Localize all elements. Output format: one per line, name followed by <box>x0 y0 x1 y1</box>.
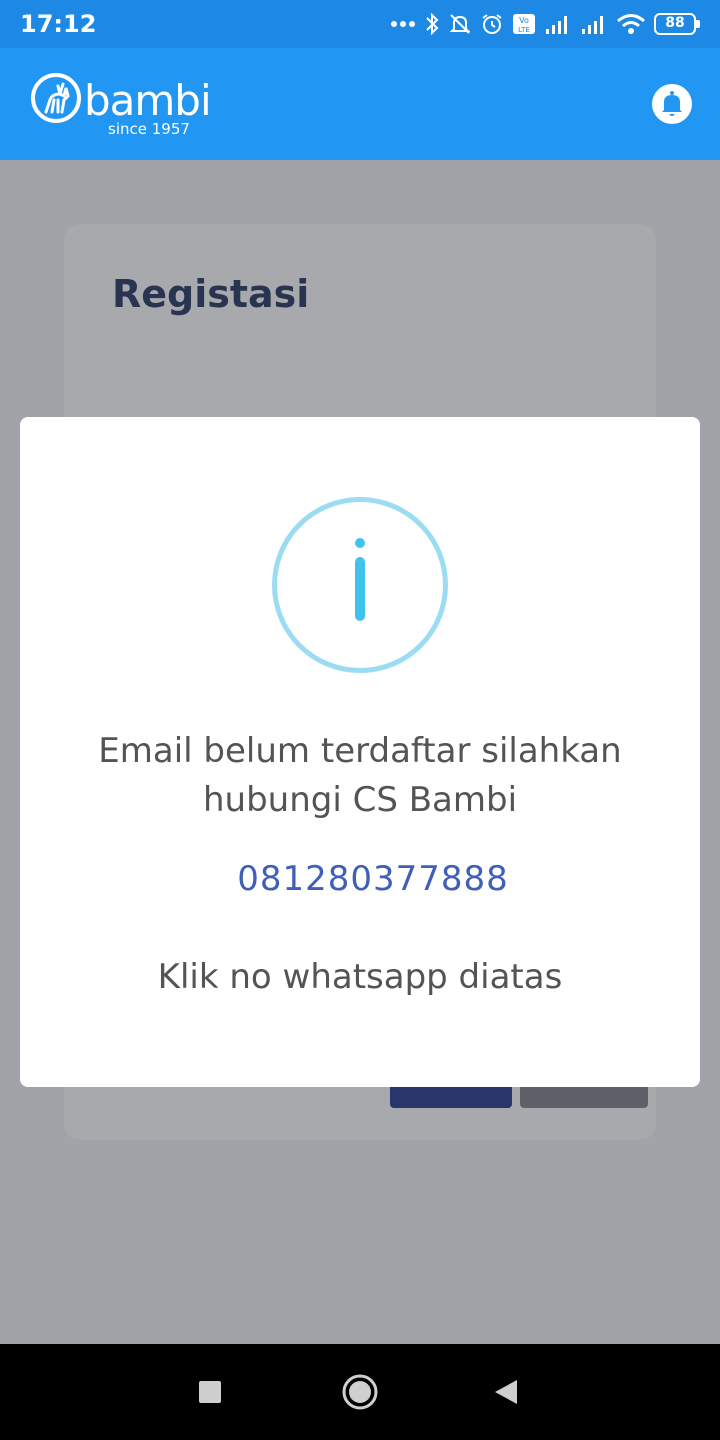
signal-icon <box>546 16 567 34</box>
notification-button[interactable] <box>652 84 692 124</box>
muted-bell-icon <box>449 14 471 34</box>
dialog-message: Email belum terdaftar silahkan hubungi C… <box>98 731 622 820</box>
status-time: 17:12 <box>20 10 97 38</box>
back-triangle-icon <box>495 1380 517 1404</box>
signal-icon <box>582 16 603 34</box>
alarm-icon <box>482 14 502 34</box>
bluetooth-icon <box>426 12 439 36</box>
battery-icon: 88 <box>654 13 700 35</box>
wifi-icon <box>617 14 645 34</box>
more-dots-icon <box>391 21 415 27</box>
recents-square-icon <box>199 1381 221 1403</box>
back-button[interactable] <box>456 1344 556 1440</box>
whatsapp-number-link[interactable]: 081280377888 <box>60 859 686 899</box>
volte-icon: VoLTE <box>513 14 535 34</box>
info-dialog: Email belum terdaftar silahkan hubungi C… <box>20 417 700 1087</box>
app-bar-overlay <box>0 48 720 160</box>
recents-button[interactable] <box>160 1344 260 1440</box>
info-icon-stem <box>355 557 365 621</box>
bell-icon <box>662 91 682 116</box>
svg-text:Vo: Vo <box>519 16 529 25</box>
svg-text:LTE: LTE <box>518 26 530 34</box>
info-icon-dot <box>355 538 365 548</box>
status-icons: Vo LTE 88 <box>390 12 700 36</box>
battery-level: 88 <box>665 15 685 31</box>
dialog-hint: Klik no whatsapp diatas <box>157 957 563 997</box>
home-circle-icon <box>342 1374 378 1410</box>
status-bar: 17:12 Vo LTE 88 <box>0 0 720 48</box>
home-button[interactable] <box>310 1344 410 1440</box>
system-nav-bar <box>0 1344 720 1440</box>
